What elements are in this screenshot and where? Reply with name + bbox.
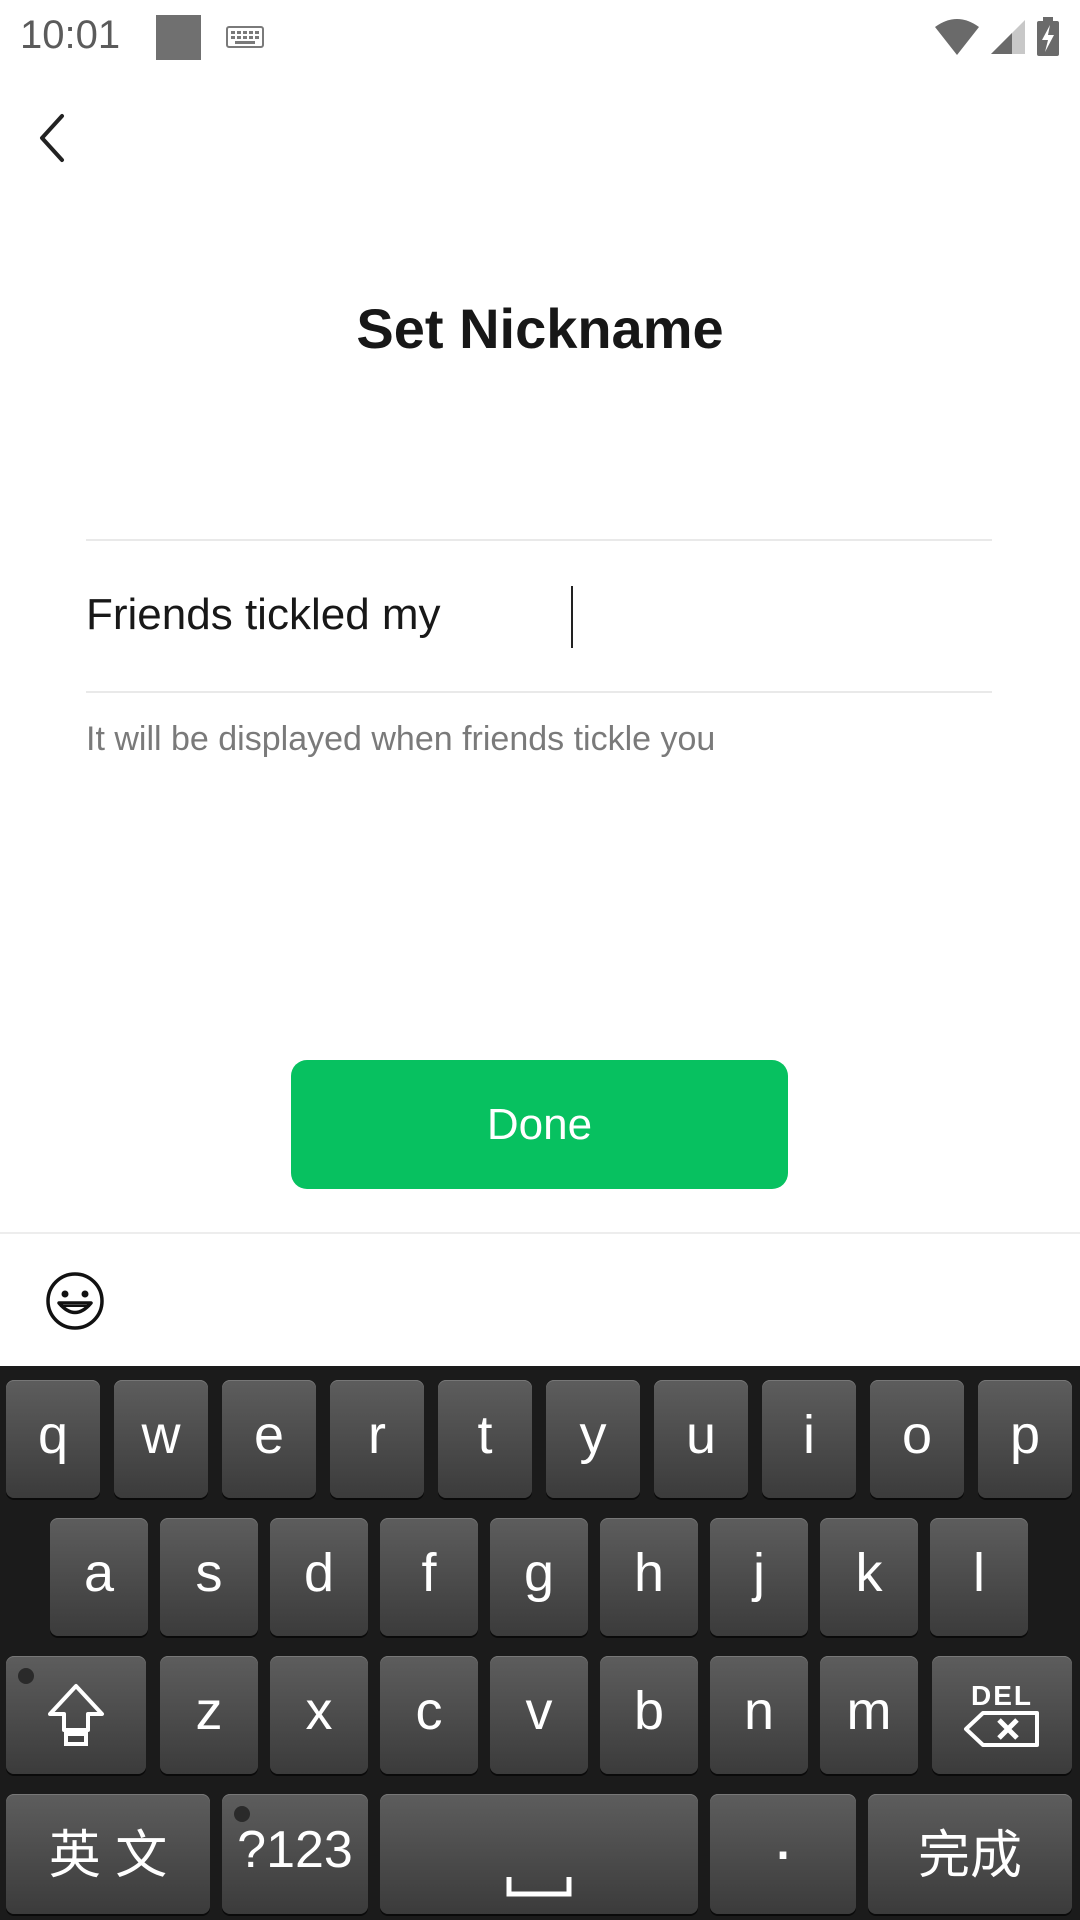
chevron-left-icon (40, 114, 64, 162)
notification-square-icon (156, 15, 201, 60)
status-bar: 10:01 (0, 0, 1080, 78)
status-time: 10:01 (20, 13, 121, 57)
emoji-bar (0, 1232, 1080, 1368)
key-a[interactable]: a (50, 1518, 148, 1636)
key-g[interactable]: g (490, 1518, 588, 1636)
key-w[interactable]: w (114, 1380, 208, 1498)
wifi-icon (935, 19, 979, 55)
period-key[interactable]: · (710, 1794, 856, 1914)
nickname-input-value: Friends tickled my (86, 590, 441, 639)
key-i[interactable]: i (762, 1380, 856, 1498)
symbols-key[interactable]: ?123 (222, 1794, 368, 1914)
keyboard-icon (226, 26, 264, 48)
key-q[interactable]: q (6, 1380, 100, 1498)
key-b[interactable]: b (600, 1656, 698, 1774)
back-button[interactable] (26, 102, 80, 174)
key-j[interactable]: j (710, 1518, 808, 1636)
key-h[interactable]: h (600, 1518, 698, 1636)
key-m[interactable]: m (820, 1656, 918, 1774)
text-cursor (571, 586, 573, 648)
input-top-divider (86, 539, 992, 541)
key-k[interactable]: k (820, 1518, 918, 1636)
cell-signal-icon (991, 20, 1025, 54)
soft-keyboard: q w e r t y u i o p a s d f g h j k l z … (0, 1366, 1080, 1920)
backspace-icon (964, 1711, 1039, 1747)
delete-key[interactable]: DEL (932, 1656, 1072, 1774)
key-d[interactable]: d (270, 1518, 368, 1636)
key-o[interactable]: o (870, 1380, 964, 1498)
key-x[interactable]: x (270, 1656, 368, 1774)
input-bottom-divider (86, 691, 992, 693)
long-press-indicator (18, 1668, 34, 1684)
key-v[interactable]: v (490, 1656, 588, 1774)
key-y[interactable]: y (546, 1380, 640, 1498)
smiley-face-icon[interactable] (44, 1270, 106, 1332)
done-button[interactable]: Done (291, 1060, 788, 1189)
enter-key[interactable]: 完成 (868, 1794, 1072, 1914)
language-switch-key[interactable]: 英 文 (6, 1794, 210, 1914)
delete-key-label: DEL (971, 1680, 1033, 1711)
key-r[interactable]: r (330, 1380, 424, 1498)
shift-key[interactable] (6, 1656, 146, 1774)
key-f[interactable]: f (380, 1518, 478, 1636)
key-t[interactable]: t (438, 1380, 532, 1498)
space-bar-icon (506, 1877, 572, 1897)
space-key[interactable] (380, 1794, 698, 1914)
nickname-hint: It will be displayed when friends tickle… (86, 720, 716, 758)
key-z[interactable]: z (160, 1656, 258, 1774)
key-p[interactable]: p (978, 1380, 1072, 1498)
key-c[interactable]: c (380, 1656, 478, 1774)
nickname-input[interactable]: Friends tickled my (86, 570, 992, 666)
key-e[interactable]: e (222, 1380, 316, 1498)
key-n[interactable]: n (710, 1656, 808, 1774)
page-title: Set Nickname (356, 297, 724, 360)
shift-arrow-icon (48, 1684, 104, 1746)
status-icons (934, 14, 1060, 60)
key-s[interactable]: s (160, 1518, 258, 1636)
battery-charging-icon (1037, 17, 1059, 56)
key-u[interactable]: u (654, 1380, 748, 1498)
key-l[interactable]: l (930, 1518, 1028, 1636)
